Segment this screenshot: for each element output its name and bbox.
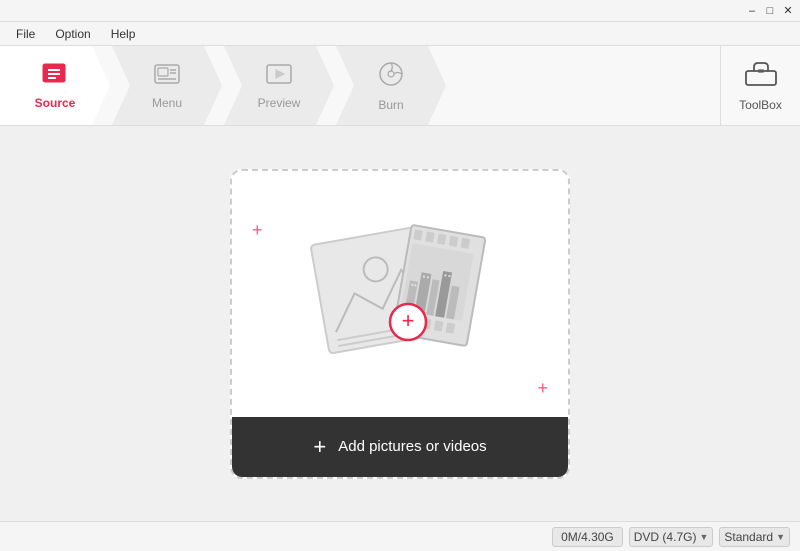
nav-step-burn-label: Burn (378, 98, 403, 112)
storage-value: 0M/4.30G (561, 530, 614, 544)
deco-plus-bottomright: + (537, 379, 548, 397)
toolbox-icon (744, 59, 778, 94)
preview-step-icon (265, 62, 293, 92)
menu-bar: File Option Help (0, 22, 800, 46)
main-content: + + (0, 126, 800, 521)
deco-plus-topleft: + (252, 221, 263, 239)
nav-step-preview-label: Preview (258, 96, 301, 110)
toolbar: Source Menu Pre (0, 46, 800, 126)
drop-zone-illustration: + + (232, 171, 568, 417)
toolbox-label: ToolBox (739, 98, 782, 112)
drop-zone[interactable]: + + (230, 169, 570, 479)
menu-help[interactable]: Help (103, 25, 144, 43)
status-bar: 0M/4.30G DVD (4.7G) ▼ Standard ▼ (0, 521, 800, 551)
minimize-button[interactable]: – (744, 3, 760, 19)
source-icon (41, 62, 69, 92)
disc-type-select[interactable]: DVD (4.7G) ▼ (629, 527, 714, 547)
quality-chevron: ▼ (776, 532, 785, 542)
nav-step-menu[interactable]: Menu (112, 46, 222, 125)
menu-file[interactable]: File (8, 25, 43, 43)
menu-option[interactable]: Option (47, 25, 98, 43)
title-bar: – □ ✕ (0, 0, 800, 22)
add-media-button[interactable]: + Add pictures or videos (232, 417, 568, 477)
burn-step-icon (377, 60, 405, 94)
toolbox-button[interactable]: ToolBox (720, 46, 800, 125)
nav-step-burn[interactable]: Burn (336, 46, 446, 125)
quality-select[interactable]: Standard ▼ (719, 527, 790, 547)
svg-text:+: + (402, 308, 415, 333)
quality-value: Standard (724, 530, 773, 544)
nav-step-preview[interactable]: Preview (224, 46, 334, 125)
disc-type-value: DVD (4.7G) (634, 530, 697, 544)
disc-type-chevron: ▼ (699, 532, 708, 542)
menu-step-icon (153, 62, 181, 92)
media-illustration: + (300, 204, 500, 384)
nav-steps: Source Menu Pre (0, 46, 720, 125)
nav-step-source-label: Source (35, 96, 76, 110)
nav-step-menu-label: Menu (152, 96, 182, 110)
storage-indicator: 0M/4.30G (552, 527, 623, 547)
add-label: Add pictures or videos (338, 438, 486, 455)
maximize-button[interactable]: □ (762, 3, 778, 19)
close-button[interactable]: ✕ (780, 3, 796, 19)
add-plus-icon: + (313, 436, 326, 458)
nav-step-source[interactable]: Source (0, 46, 110, 125)
window-controls: – □ ✕ (744, 3, 796, 19)
